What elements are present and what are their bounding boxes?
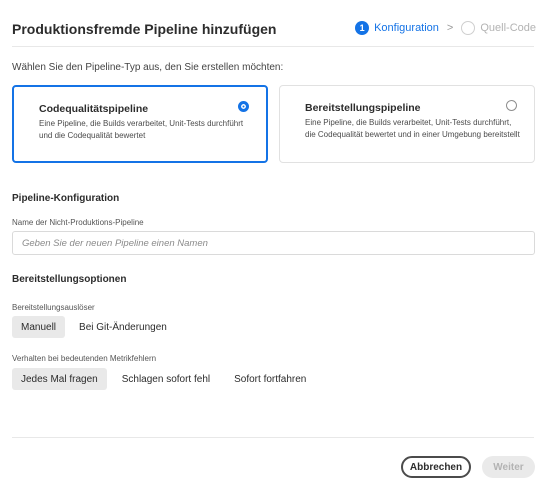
step-configuration-label: Konfiguration <box>374 22 439 34</box>
card-description: Eine Pipeline, die Builds verarbeitet, U… <box>305 118 520 139</box>
radio-unselected-icon[interactable] <box>506 100 517 111</box>
wizard-stepper: 1 Konfiguration > Quell-Code <box>355 21 536 35</box>
step-configuration[interactable]: 1 Konfiguration <box>355 21 439 35</box>
chevron-right-icon: > <box>446 22 454 34</box>
add-pipeline-dialog: Produktionsfremde Pipeline hinzufügen 1 … <box>0 0 546 502</box>
dialog-title: Produktionsfremde Pipeline hinzufügen <box>12 21 277 37</box>
footer-divider <box>12 437 534 438</box>
card-title: Codequalitätspipeline <box>39 103 149 115</box>
metric-failure-selector: Jedes Mal fragen Schlagen sofort fehl So… <box>12 368 315 390</box>
step-source-code-label: Quell-Code <box>480 22 536 34</box>
metric-failure-label: Verhalten bei bedeutenden Metrikfehlern <box>12 354 157 363</box>
card-description: Eine Pipeline, die Builds verarbeitet, U… <box>39 119 244 140</box>
next-button[interactable]: Weiter <box>482 456 535 478</box>
trigger-option-git-changes[interactable]: Bei Git-Änderungen <box>70 316 176 338</box>
trigger-option-manual[interactable]: Manuell <box>12 316 66 338</box>
step-empty-circle-icon <box>461 21 476 35</box>
metric-option-ask-every-time[interactable]: Jedes Mal fragen <box>12 368 107 390</box>
step-source-code[interactable]: Quell-Code <box>461 21 536 35</box>
header-divider <box>12 46 534 47</box>
pipeline-type-prompt: Wählen Sie den Pipeline-Typ aus, den Sie… <box>12 62 284 73</box>
step-number-badge: 1 <box>355 21 370 35</box>
pipeline-name-label: Name der Nicht-Produktions-Pipeline <box>12 218 144 227</box>
metric-option-continue-immediately[interactable]: Sofort fortfahren <box>225 368 315 390</box>
pipeline-config-heading: Pipeline-Konfiguration <box>12 193 120 204</box>
deployment-trigger-selector: Manuell Bei Git-Änderungen <box>12 316 176 338</box>
cancel-button[interactable]: Abbrechen <box>401 456 471 478</box>
pipeline-type-card-deployment[interactable]: Bereitstellungspipeline Eine Pipeline, d… <box>279 85 535 163</box>
metric-option-fail-immediately[interactable]: Schlagen sofort fehl <box>113 368 219 390</box>
card-title: Bereitstellungspipeline <box>305 102 421 114</box>
radio-selected-icon[interactable] <box>238 101 249 112</box>
deployment-trigger-label: Bereitstellungsauslöser <box>12 303 95 312</box>
pipeline-name-input[interactable] <box>12 231 535 255</box>
deployment-options-heading: Bereitstellungsoptionen <box>12 274 127 285</box>
pipeline-type-card-code-quality[interactable]: Codequalitätspipeline Eine Pipeline, die… <box>12 85 268 163</box>
